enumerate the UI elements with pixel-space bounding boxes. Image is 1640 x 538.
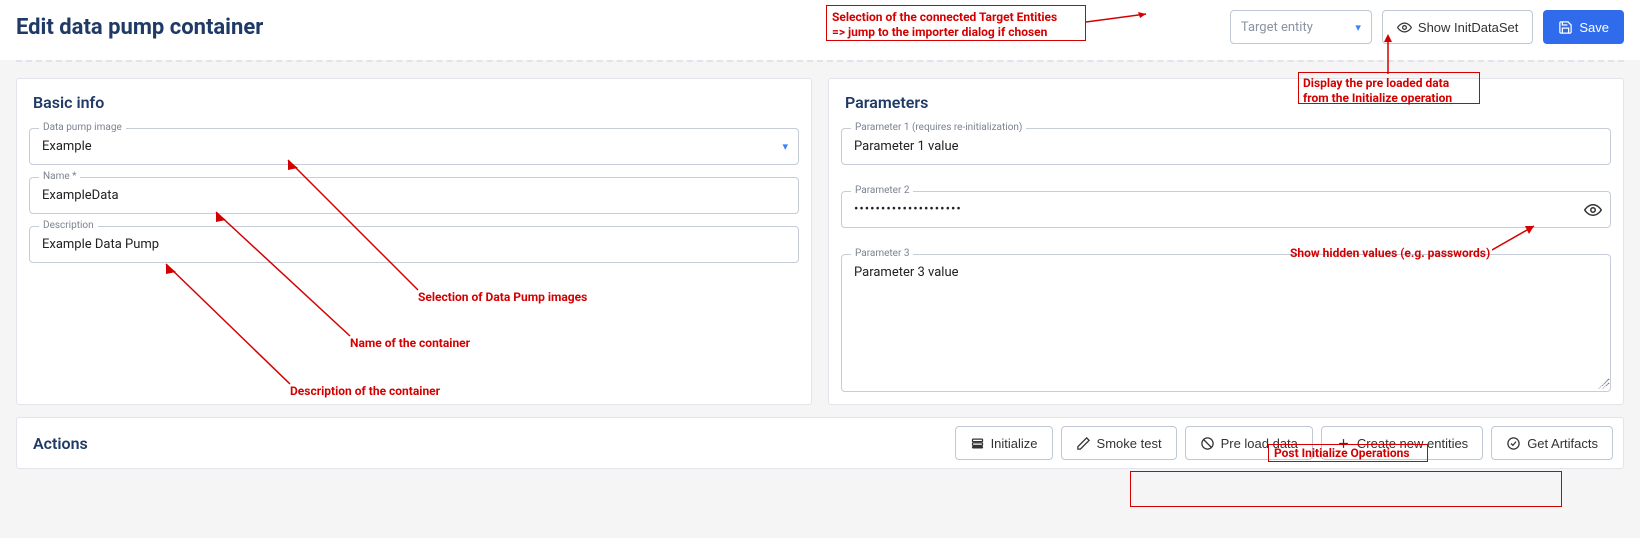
header-actions: Target entity ▾ Show InitDataSet Save — [1230, 10, 1624, 44]
basic-info-panel: Basic info Data pump image Example ▾ Nam… — [16, 78, 812, 405]
annotation-show-hidden: Show hidden values (e.g. passwords) — [1290, 246, 1490, 261]
parameters-panel: Parameters Parameter 1 (requires re-init… — [828, 78, 1624, 405]
annotation-show-init: Display the pre loaded data from the Ini… — [1303, 76, 1479, 106]
field-label: Parameter 3 — [851, 248, 913, 259]
annotation-post-init: Post Initialize Operations — [1274, 446, 1410, 461]
check-circle-icon — [1506, 436, 1521, 451]
eye-icon — [1397, 20, 1412, 35]
annotation-target-entities: Selection of the connected Target Entiti… — [832, 10, 1082, 40]
field-label: Description — [39, 220, 98, 231]
field-label: Parameter 2 — [851, 185, 913, 196]
smoke-test-button[interactable]: Smoke test — [1061, 426, 1177, 460]
header: Edit data pump container Target entity ▾… — [0, 0, 1640, 60]
field-label: Data pump image — [39, 122, 126, 133]
save-icon — [1558, 20, 1573, 35]
name-input[interactable] — [30, 178, 798, 213]
parameter-1-input[interactable] — [842, 129, 1610, 164]
description-field[interactable]: Description — [29, 226, 799, 263]
basic-info-title: Basic info — [17, 79, 811, 122]
main-content: Basic info Data pump image Example ▾ Nam… — [0, 62, 1640, 411]
parameter-1-field[interactable]: Parameter 1 (requires re-initialization) — [841, 128, 1611, 165]
parameter-2-field[interactable]: Parameter 2 — [841, 191, 1611, 228]
forbid-icon — [1200, 436, 1215, 451]
target-entity-placeholder: Target entity — [1241, 20, 1313, 35]
field-value: Example — [30, 129, 782, 164]
annotation-desc: Description of the container — [290, 384, 440, 399]
initialize-button[interactable]: Initialize — [955, 426, 1053, 460]
annotation-box — [1130, 471, 1562, 507]
actions-title: Actions — [33, 434, 88, 453]
stack-icon — [970, 436, 985, 451]
show-initdataset-button[interactable]: Show InitDataSet — [1382, 10, 1533, 44]
page-title: Edit data pump container — [16, 15, 263, 40]
get-artifacts-button[interactable]: Get Artifacts — [1491, 426, 1613, 460]
parameter-3-field[interactable]: Parameter 3 Parameter 3 value — [841, 254, 1611, 392]
name-field[interactable]: Name * — [29, 177, 799, 214]
data-pump-image-select[interactable]: Data pump image Example ▾ — [29, 128, 799, 165]
target-entity-select[interactable]: Target entity ▾ — [1230, 10, 1372, 44]
parameter-3-input[interactable]: Parameter 3 value — [842, 255, 1610, 387]
description-input[interactable] — [30, 227, 798, 262]
field-label: Name * — [39, 171, 80, 182]
parameter-2-input[interactable] — [842, 192, 1610, 227]
chevron-down-icon: ▾ — [1355, 21, 1361, 34]
annotation-img-select: Selection of Data Pump images — [418, 290, 587, 305]
show-password-icon[interactable] — [1584, 201, 1602, 219]
actions-panel: Actions Initialize Smoke test Pre load d… — [16, 417, 1624, 469]
chevron-down-icon: ▾ — [782, 140, 788, 153]
parameters-title: Parameters — [829, 79, 1623, 122]
annotation-name: Name of the container — [350, 336, 470, 351]
pencil-icon — [1076, 436, 1091, 451]
save-button[interactable]: Save — [1543, 10, 1624, 44]
field-label: Parameter 1 (requires re-initialization) — [851, 122, 1026, 133]
